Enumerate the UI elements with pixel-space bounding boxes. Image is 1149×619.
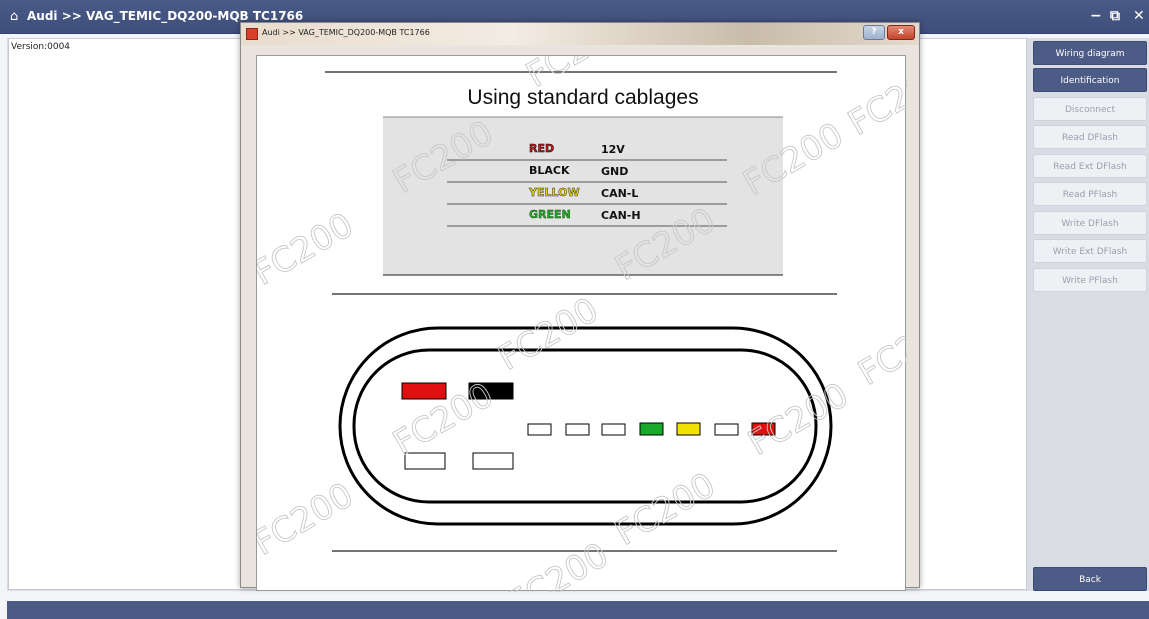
back-button[interactable]: Back xyxy=(1033,567,1147,591)
write-dflash-button[interactable]: Write DFlash xyxy=(1033,211,1147,235)
svg-text:FC200: FC200 xyxy=(492,290,606,379)
dialog-title: Audi >> VAG_TEMIC_DQ200-MQB TC1766 xyxy=(262,28,430,37)
svg-text:FC200: FC200 xyxy=(502,535,616,592)
version-label: Version:0004 xyxy=(11,42,71,52)
help-button[interactable]: ? xyxy=(863,25,885,40)
read-dflash-button[interactable]: Read DFlash xyxy=(1033,125,1147,149)
pin-12v xyxy=(401,382,447,400)
wiring-dialog: Audi >> VAG_TEMIC_DQ200-MQB TC1766 ? x U… xyxy=(240,22,920,592)
pin-3 xyxy=(601,423,626,436)
wire-signal-12v: 12V xyxy=(601,143,625,156)
wire-color-yellow: YELLOW xyxy=(528,186,580,199)
wire-color-green: GREEN xyxy=(529,208,571,221)
window-title: Audi >> VAG_TEMIC_DQ200-MQB TC1766 xyxy=(27,9,304,23)
wire-color-red: RED xyxy=(529,142,554,155)
read-ext-dflash-button[interactable]: Read Ext DFlash xyxy=(1033,154,1147,178)
svg-text:FC200: FC200 xyxy=(852,305,908,394)
pin-large-2 xyxy=(472,452,514,470)
app-icon xyxy=(246,28,258,40)
svg-text:FC200: FC200 xyxy=(742,375,856,464)
wire-signal-can-l: CAN-L xyxy=(601,187,638,200)
pin-1 xyxy=(527,423,552,436)
write-pflash-button[interactable]: Write PFlash xyxy=(1033,268,1147,292)
wire-signal-gnd: GND xyxy=(601,165,628,178)
pin-2 xyxy=(565,423,590,436)
svg-text:FC200: FC200 xyxy=(842,56,908,144)
close-icon[interactable]: ✕ xyxy=(1133,8,1145,24)
wiring-diagram: Using standard cablages RED 12V BLACK GN… xyxy=(256,55,907,592)
wiring-diagram-button[interactable]: Wiring diagram xyxy=(1033,41,1147,65)
minimize-icon[interactable]: − xyxy=(1090,8,1102,24)
home-icon[interactable]: ⌂ xyxy=(10,9,18,24)
restore-icon[interactable]: ⧉ xyxy=(1110,8,1120,24)
identification-button[interactable]: Identification xyxy=(1033,68,1147,92)
read-pflash-button[interactable]: Read PFlash xyxy=(1033,182,1147,206)
svg-text:FC200: FC200 xyxy=(609,465,723,554)
pin-6 xyxy=(714,423,739,436)
write-ext-dflash-button[interactable]: Write Ext DFlash xyxy=(1033,239,1147,263)
wire-signal-can-h: CAN-H xyxy=(601,209,641,222)
disconnect-button[interactable]: Disconnect xyxy=(1033,97,1147,121)
pin-can-h xyxy=(639,422,664,436)
pin-can-l xyxy=(676,422,701,436)
dialog-title-bar[interactable]: Audi >> VAG_TEMIC_DQ200-MQB TC1766 ? x xyxy=(241,23,919,45)
wiring-diagram-canvas: Using standard cablages RED 12V BLACK GN… xyxy=(257,56,907,592)
wire-color-black: BLACK xyxy=(529,164,570,177)
svg-text:FC200: FC200 xyxy=(257,205,360,294)
dialog-close-button[interactable]: x xyxy=(887,25,915,40)
diagram-heading: Using standard cablages xyxy=(467,86,698,109)
status-bar xyxy=(7,601,1149,619)
